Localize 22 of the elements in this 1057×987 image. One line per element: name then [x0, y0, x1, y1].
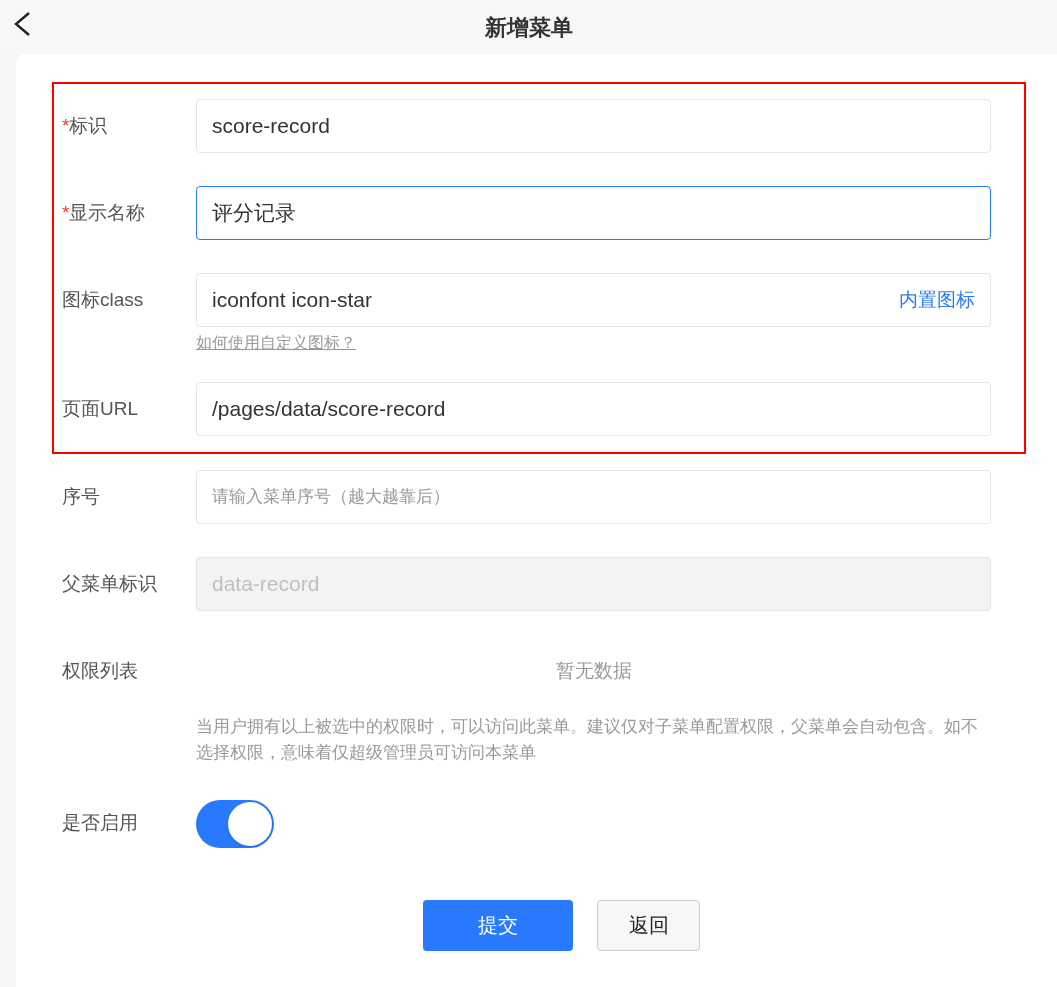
field-label: 标识 — [69, 113, 108, 138]
permission-hint: 当用户拥有以上被选中的权限时，可以访问此菜单。建议仅对子菜单配置权限，父菜单会自动包含。如不选择权限，意味着仅超级管理员可访问本菜单 — [196, 715, 979, 764]
required-mark: * — [62, 113, 70, 138]
field-label: 是否启用 — [62, 811, 139, 836]
field-label: 图标class — [62, 287, 144, 312]
required-mark: * — [62, 200, 70, 225]
input-field[interactable]: 评分记录 — [196, 186, 991, 240]
submit-button[interactable]: 提交 — [423, 899, 573, 951]
enable-switch[interactable] — [196, 799, 274, 848]
input-field[interactable]: iconfont icon-star 内置图标 — [196, 273, 991, 327]
back-button[interactable]: 返回 — [597, 899, 700, 951]
back-icon[interactable] — [12, 11, 32, 37]
field-label: 显示名称 — [69, 200, 146, 225]
page-title: 新增菜单 — [484, 13, 573, 42]
input-field[interactable]: score-record — [196, 99, 991, 153]
empty-text: 暂无数据 — [554, 659, 633, 683]
field-label: 序号 — [62, 484, 100, 509]
field-label: 权限列表 — [62, 659, 139, 683]
builtin-icons-link[interactable]: 内置图标 — [899, 285, 975, 315]
field-label: 页面URL — [62, 396, 138, 421]
field-label: 父菜单标识 — [62, 571, 157, 596]
input-field[interactable]: /pages/data/score-record — [196, 382, 991, 436]
